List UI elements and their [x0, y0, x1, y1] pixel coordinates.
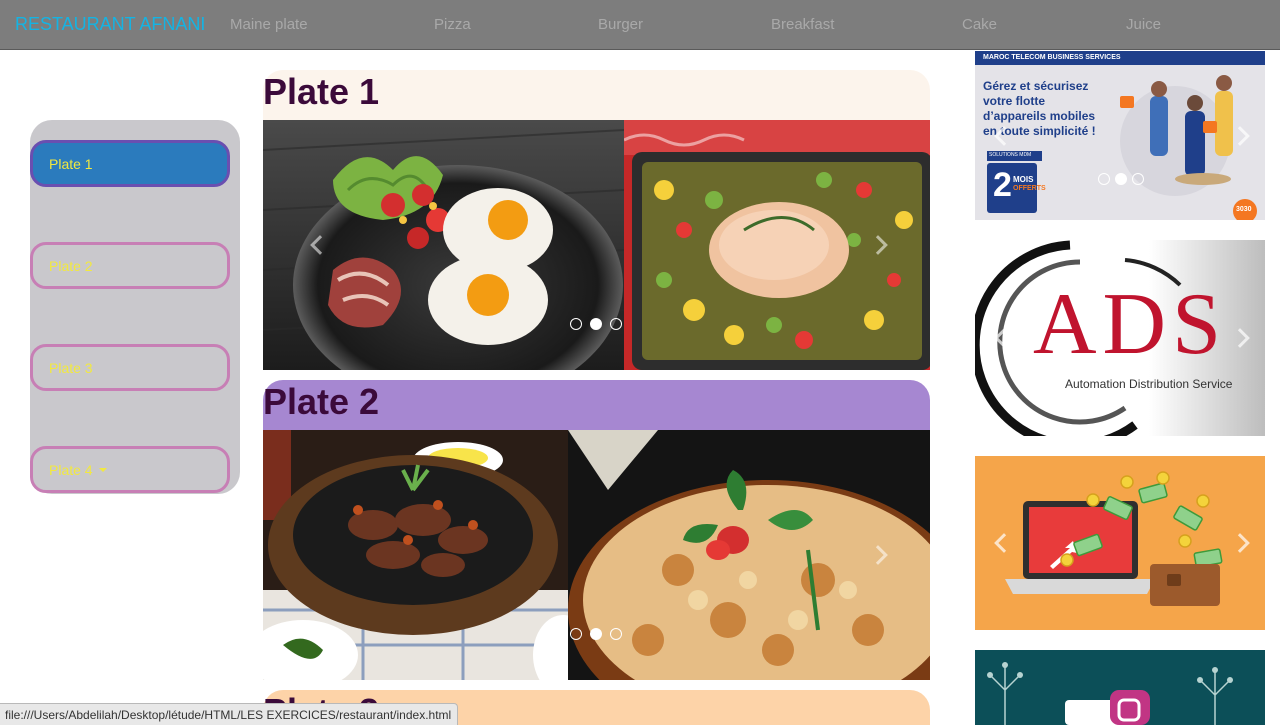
- sidebar-item-label: Plate 2: [49, 257, 93, 274]
- sidebar-item-label: Plate 1: [49, 155, 93, 172]
- sidebar-item-plate-3[interactable]: Plate 3: [30, 344, 230, 391]
- image-carousel: [263, 120, 930, 370]
- ad-indicator-3[interactable]: [1132, 173, 1144, 185]
- top-navbar: RESTAURANT AFNANI Maine plate Pizza Burg…: [0, 0, 1280, 50]
- ad-badge-text-2: OFFERTS: [1013, 185, 1046, 192]
- ad-badge-text-1: MOIS: [1013, 175, 1034, 184]
- carousel-indicator-3[interactable]: [610, 628, 622, 640]
- sidebar-item-label: Plate 3: [49, 359, 93, 376]
- ad-kicker: MAROC TELECOM BUSINESS SERVICES: [983, 54, 1121, 61]
- carousel-indicator-2[interactable]: [590, 628, 602, 640]
- sidebar-item-plate-1[interactable]: Plate 1: [30, 140, 230, 187]
- nav-link-cake[interactable]: Cake: [962, 16, 997, 33]
- nav-link-burger[interactable]: Burger: [598, 16, 643, 33]
- carousel-indicator-1[interactable]: [570, 318, 582, 330]
- ad-ads-automation[interactable]: ADS Automation Distribution Service: [975, 240, 1265, 436]
- ad-badge-number: 2: [993, 166, 1012, 204]
- plate-section-1: Plate 1: [263, 70, 930, 370]
- section-title: Plate 2: [263, 381, 380, 422]
- sidebar-item-label: Plate 4: [49, 461, 93, 478]
- caret-down-icon: [98, 467, 107, 472]
- nav-link-maine-plate[interactable]: Maine plate: [230, 16, 308, 33]
- ad-headline-line-1: Gérez et sécurisez: [983, 79, 1089, 93]
- brand-link[interactable]: RESTAURANT AFNANI: [15, 14, 205, 35]
- nav-link-pizza[interactable]: Pizza: [434, 16, 471, 33]
- plate-section-2: Plate 2: [263, 380, 930, 680]
- ad-social-media[interactable]: [975, 650, 1265, 725]
- ad-laptop-money[interactable]: [975, 456, 1265, 630]
- ad-phone-number: 3030: [1236, 206, 1252, 213]
- nav-link-juice[interactable]: Juice: [1126, 16, 1161, 33]
- ads-logo-text: ADS: [1033, 276, 1228, 373]
- slide-sizzling-beef-image: [263, 430, 568, 680]
- ad-badge-small-text: SOLUTIONS MDM: [989, 152, 1032, 158]
- ad-carousel-indicators: [1098, 173, 1144, 185]
- carousel-indicator-1[interactable]: [570, 628, 582, 640]
- ad-indicator-2[interactable]: [1115, 173, 1127, 185]
- ad-maroc-telecom[interactable]: MAROC TELECOM BUSINESS SERVICES Gérez et…: [975, 51, 1265, 220]
- ad-social-media-art: [987, 662, 1233, 725]
- carousel-indicator-2[interactable]: [590, 318, 602, 330]
- section-header: Plate 1: [263, 70, 930, 120]
- image-carousel: [263, 430, 930, 680]
- carousel-indicators: [570, 628, 622, 640]
- section-header: Plate 2: [263, 380, 930, 430]
- section-title: Plate 1: [263, 71, 380, 112]
- browser-status-bar: file:///Users/Abdelilah/Desktop/létude/H…: [0, 703, 459, 725]
- sidebar-item-plate-2[interactable]: Plate 2: [30, 242, 230, 289]
- carousel-indicators: [570, 318, 622, 330]
- sidebar: Plate 1 Plate 2 Plate 3 Plate 4: [30, 120, 240, 494]
- ads-tagline: Automation Distribution Service: [1065, 377, 1233, 391]
- ad-laptop-money-art: [1005, 471, 1223, 606]
- sidebar-item-plate-4[interactable]: Plate 4: [30, 446, 230, 493]
- carousel-indicator-3[interactable]: [610, 318, 622, 330]
- ad-headline-line-3: d’appareils mobiles: [983, 109, 1096, 123]
- ad-headline-line-2: votre flotte: [983, 94, 1046, 108]
- nav-link-breakfast[interactable]: Breakfast: [771, 16, 834, 33]
- ad-indicator-1[interactable]: [1098, 173, 1110, 185]
